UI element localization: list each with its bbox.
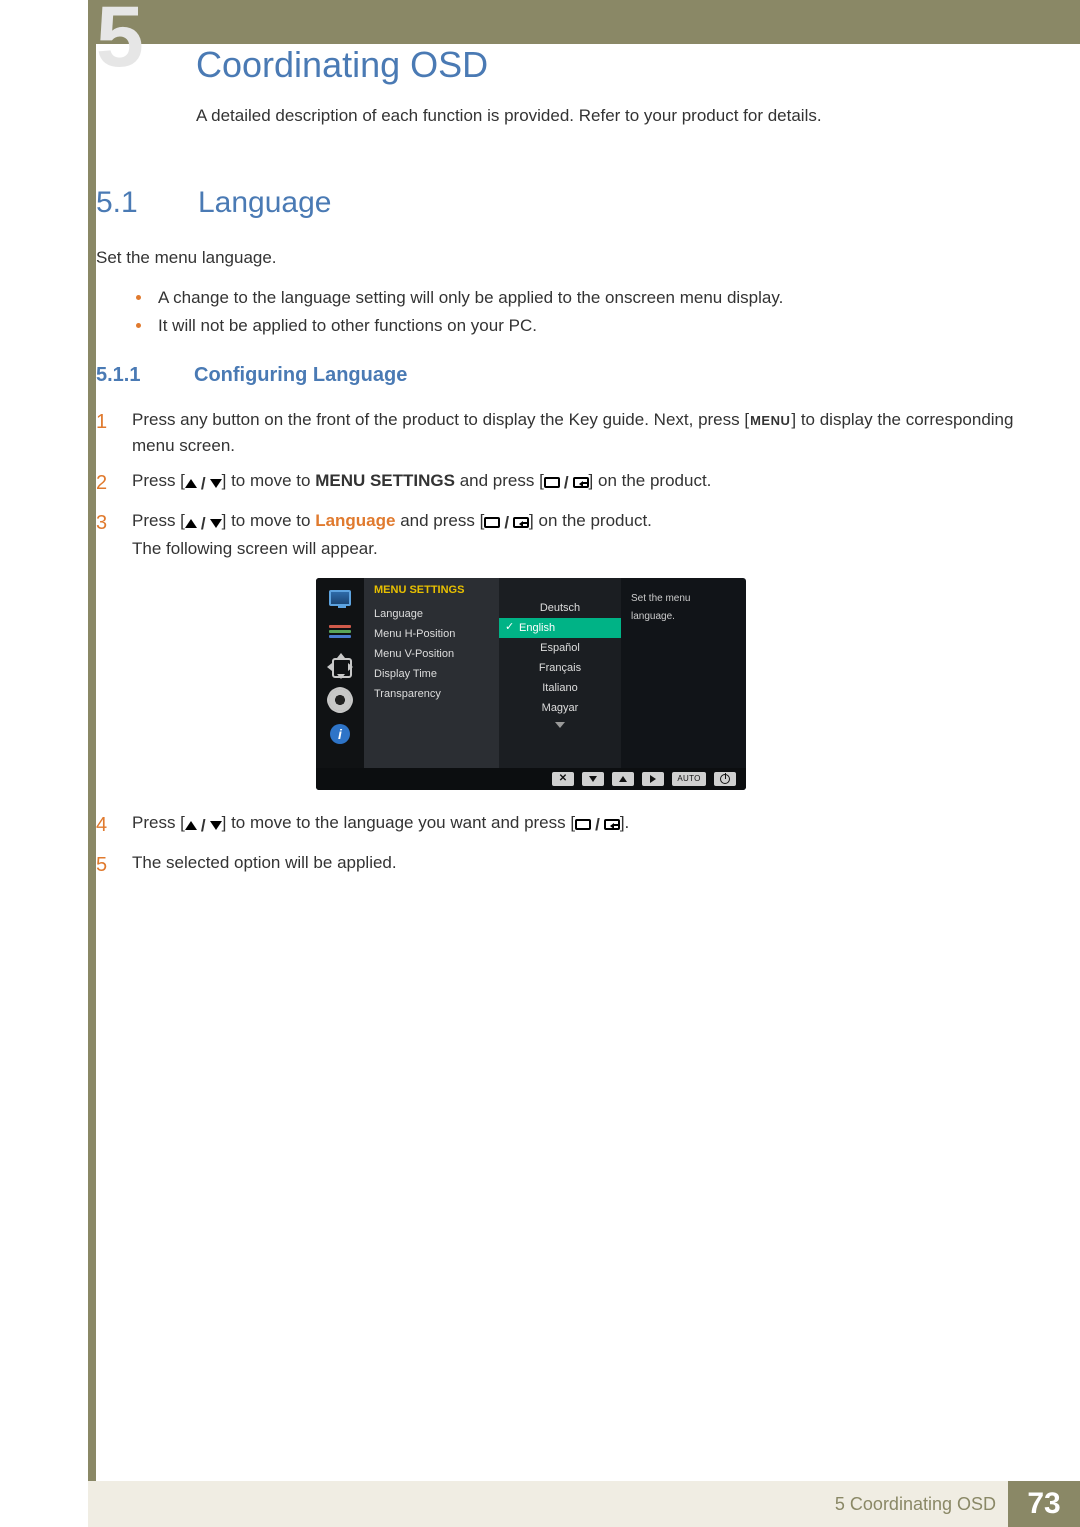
up-down-icon: / [185, 511, 222, 537]
language-term: Language [315, 511, 395, 530]
steps-list: 1 Press any button on the front of the p… [96, 407, 1036, 562]
osd-menu-item: Language [374, 604, 489, 624]
text: ] to move to the language you want and p… [222, 813, 575, 832]
step-number: 2 [96, 468, 114, 498]
note-item: It will not be applied to other function… [136, 316, 1036, 336]
section-intro: Set the menu language. [96, 248, 1036, 268]
osd-position-icon [326, 654, 354, 678]
page-subtitle: A detailed description of each function … [196, 106, 1036, 126]
step-body: Press [/] to move to the language you wa… [132, 810, 1036, 840]
step-body: Press [/] to move to Language and press … [132, 508, 1036, 562]
step: 2 Press [/] to move to MENU SETTINGS and… [96, 468, 1036, 498]
osd-language-option: Español [499, 638, 621, 658]
osd-menu-item: Transparency [374, 684, 489, 704]
subsection-header: 5.1.1 Configuring Language [96, 364, 1036, 387]
page-title: Coordinating OSD [196, 44, 1036, 86]
content: Coordinating OSD A detailed description … [96, 44, 1036, 1481]
step: 4 Press [/] to move to the language you … [96, 810, 1036, 840]
step-body: The selected option will be applied. [132, 850, 1036, 880]
osd-picture-icon [326, 586, 354, 610]
text: Press any button on the front of the pro… [132, 410, 749, 429]
osd-icon-column: i [316, 578, 364, 768]
text: and press [ [455, 471, 544, 490]
osd-settings-icon [326, 688, 354, 712]
text: The following screen will appear. [132, 539, 378, 558]
osd-color-icon [326, 620, 354, 644]
page: 5 Coordinating OSD A detailed descriptio… [0, 0, 1080, 1527]
osd-up-icon [612, 772, 634, 786]
source-enter-icon: / [575, 812, 620, 838]
step-body: Press [/] to move to MENU SETTINGS and p… [132, 468, 1036, 498]
menu-key-label: MENU [749, 413, 791, 428]
header-bar [88, 0, 1080, 44]
step-body: Press any button on the front of the pro… [132, 407, 1036, 458]
text: Press [ [132, 511, 185, 530]
footer-page-number: 73 [1008, 1481, 1080, 1527]
text: ]. [620, 813, 629, 832]
footer-chapter: 5 Coordinating OSD [835, 1494, 996, 1515]
step-number: 1 [96, 407, 114, 458]
footer: 5 Coordinating OSD 73 [88, 1481, 1080, 1527]
osd-language-option: Magyar [499, 698, 621, 718]
osd-options-panel: Deutsch English Español Français Italian… [499, 578, 621, 768]
osd-language-option: Deutsch [499, 598, 621, 618]
step: 1 Press any button on the front of the p… [96, 407, 1036, 458]
osd-menu-item: Menu V-Position [374, 644, 489, 664]
osd-info-icon: i [326, 722, 354, 746]
osd-language-option: Français [499, 658, 621, 678]
osd-button-bar: ✕ AUTO [316, 768, 746, 790]
step-number: 5 [96, 850, 114, 880]
sidebar-accent [88, 44, 96, 1527]
osd-menu-header: MENU SETTINGS [374, 584, 489, 596]
source-enter-icon: / [544, 470, 589, 496]
osd-auto-button: AUTO [672, 772, 706, 786]
osd-menu-item: Display Time [374, 664, 489, 684]
osd-window: i MENU SETTINGS Language Menu H-Position… [316, 578, 746, 790]
text: Press [ [132, 471, 185, 490]
osd-menu-panel: MENU SETTINGS Language Menu H-Position M… [364, 578, 499, 768]
step: 3 Press [/] to move to Language and pres… [96, 508, 1036, 562]
step: 5 The selected option will be applied. [96, 850, 1036, 880]
text: ] to move to [222, 471, 316, 490]
osd-help-panel: Set the menu language. [621, 578, 746, 768]
menu-settings-term: MENU SETTINGS [315, 471, 455, 490]
step-number: 4 [96, 810, 114, 840]
osd-menu-item: Menu H-Position [374, 624, 489, 644]
subsection-number: 5.1.1 [96, 364, 176, 387]
up-down-icon: / [185, 471, 222, 497]
section-number: 5.1 [96, 186, 176, 220]
section-header: 5.1 Language [96, 186, 1036, 220]
steps-list-continued: 4 Press [/] to move to the language you … [96, 810, 1036, 880]
text: and press [ [395, 511, 484, 530]
osd-language-option-selected: English [499, 618, 621, 638]
text: ] to move to [222, 511, 316, 530]
section-notes: A change to the language setting will on… [136, 288, 1036, 336]
osd-down-icon [582, 772, 604, 786]
osd-help-text: Set the menu language. [631, 593, 690, 622]
osd-body: i MENU SETTINGS Language Menu H-Position… [316, 578, 746, 768]
scroll-down-icon [555, 722, 565, 728]
up-down-icon: / [185, 813, 222, 839]
osd-screenshot: i MENU SETTINGS Language Menu H-Position… [316, 578, 746, 790]
osd-close-icon: ✕ [552, 772, 574, 786]
step-number: 3 [96, 508, 114, 562]
text: ] on the product. [589, 471, 712, 490]
osd-power-icon [714, 772, 736, 786]
text: ] on the product. [529, 511, 652, 530]
osd-language-option: Italiano [499, 678, 621, 698]
note-item: A change to the language setting will on… [136, 288, 1036, 308]
osd-right-icon [642, 772, 664, 786]
source-enter-icon: / [484, 510, 529, 536]
text: Press [ [132, 813, 185, 832]
subsection-name: Configuring Language [194, 364, 407, 387]
section-name: Language [198, 186, 331, 220]
